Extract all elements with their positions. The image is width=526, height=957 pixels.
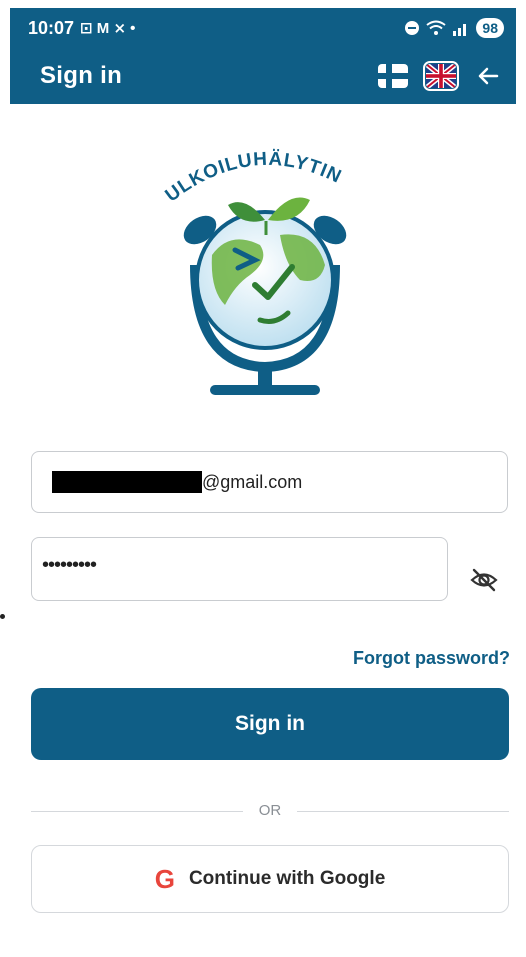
forgot-password-link[interactable]: Forgot password?: [353, 648, 510, 669]
logo-text: ULKOILUHÄLYTIN: [162, 149, 345, 207]
signal-icon: [453, 24, 467, 36]
status-bar: 10:07 ⊡ M ⨯ • 98: [10, 8, 516, 48]
continue-with-google-button[interactable]: G Continue with Google: [31, 845, 509, 913]
email-value: @gmail.com: [202, 471, 303, 492]
google-button-label: Continue with Google: [188, 868, 386, 889]
battery-indicator: 98: [476, 18, 504, 38]
password-value: •••••••••: [42, 553, 97, 576]
back-arrow-icon[interactable]: [474, 62, 502, 90]
status-time: 10:07: [28, 17, 75, 38]
dnd-icon: [405, 21, 420, 35]
or-divider: OR: [31, 800, 509, 822]
sign-in-button[interactable]: Sign in: [31, 688, 509, 760]
or-label: OR: [258, 802, 282, 819]
google-icon: G: [154, 863, 175, 894]
redacted-email-name: [52, 471, 202, 493]
uk-flag-icon[interactable]: [423, 61, 459, 91]
finland-flag-icon[interactable]: [378, 64, 408, 88]
page-title: Sign in: [40, 62, 123, 89]
notification-icons: ⊡ M ⨯ •: [80, 20, 136, 37]
app-bar: Sign in: [10, 48, 516, 104]
app-logo: ULKOILUHÄLYTIN: [150, 135, 380, 405]
email-field[interactable]: @gmail.com: [31, 451, 508, 513]
wifi-icon: [426, 20, 447, 35]
edge-dot: [0, 614, 5, 619]
eye-off-icon[interactable]: [467, 563, 501, 597]
password-field[interactable]: •••••••••: [31, 537, 448, 601]
